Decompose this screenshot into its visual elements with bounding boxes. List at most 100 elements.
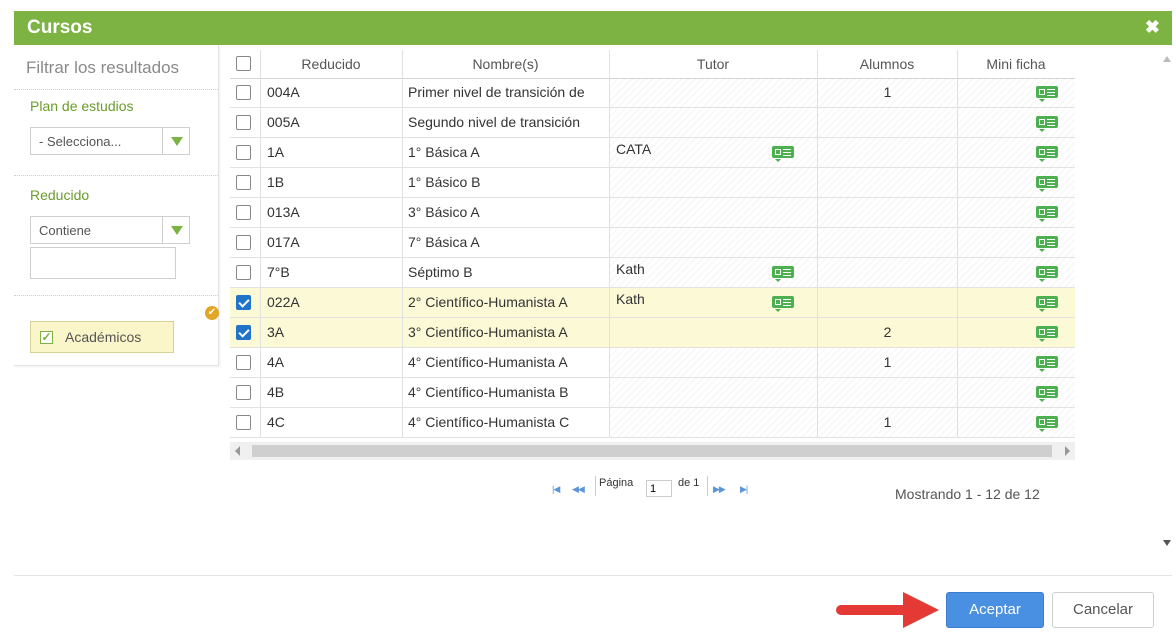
table-row[interactable]: 004A Primer nivel de transición de 1 [230, 78, 1075, 108]
select-all-checkbox[interactable] [236, 56, 251, 71]
chevron-down-icon [171, 226, 183, 235]
mini-ficha-icon[interactable] [1036, 416, 1058, 432]
close-icon[interactable]: ✖ [1145, 17, 1160, 38]
cell-tutor: CATA [610, 138, 817, 167]
plan-dropdown-button[interactable] [162, 128, 189, 154]
scroll-left-icon[interactable] [235, 446, 240, 456]
row-checkbox[interactable] [236, 115, 251, 130]
reducido-mode-select[interactable]: Contiene [30, 216, 190, 244]
row-checkbox[interactable] [236, 85, 251, 100]
column-header-reducido[interactable]: Reducido [260, 56, 402, 72]
column-header-mini-ficha[interactable]: Mini ficha [957, 56, 1075, 72]
column-header-tutor[interactable]: Tutor [609, 56, 817, 72]
row-checkbox[interactable] [236, 145, 251, 160]
table-row[interactable]: 1A 1° Básica A CATA [230, 138, 1075, 168]
mini-ficha-icon[interactable] [1036, 356, 1058, 372]
cell-alumnos: 2 [883, 324, 892, 340]
next-page-icon[interactable]: ▶▶ [713, 484, 726, 495]
mini-ficha-icon[interactable] [1036, 266, 1058, 282]
page-number-input[interactable] [646, 480, 672, 497]
tutor-card-icon[interactable] [772, 266, 794, 282]
table-row[interactable]: 017A 7° Básica A [230, 228, 1075, 258]
academicos-label: Académicos [65, 329, 142, 345]
cell-alumnos: 1 [818, 348, 957, 377]
previous-page-icon[interactable]: ◀◀ [572, 484, 585, 495]
row-checkbox[interactable] [236, 385, 251, 400]
mini-ficha-icon[interactable] [1036, 86, 1058, 102]
cell-reducido: 3A [267, 324, 285, 340]
last-page-icon[interactable]: ▶| [740, 484, 748, 495]
cell-mini-ficha [958, 258, 1075, 287]
academicos-toggle[interactable]: ✓ Académicos [30, 321, 174, 353]
row-checkbox[interactable] [236, 355, 251, 370]
plan-select[interactable]: - Selecciona... [30, 127, 190, 155]
scroll-down-icon[interactable] [1163, 540, 1171, 546]
mini-ficha-icon[interactable] [1036, 176, 1058, 192]
chevron-down-icon [171, 137, 183, 146]
checkmark-badge-icon: ✔ [205, 306, 219, 320]
cell-tutor: Kath [610, 258, 817, 287]
scroll-right-icon[interactable] [1065, 446, 1070, 456]
table-row[interactable]: 4B 4° Científico-Humanista B [230, 378, 1075, 408]
reducido-mode-value: Contiene [39, 223, 92, 238]
row-checkbox[interactable] [236, 235, 251, 250]
divider [14, 89, 218, 90]
tutor-card-icon[interactable] [772, 146, 794, 162]
cell-alumnos [818, 198, 957, 227]
row-checkbox[interactable] [236, 325, 251, 340]
column-header-nombre[interactable]: Nombre(s) [402, 56, 609, 72]
row-checkbox[interactable] [236, 265, 251, 280]
pager-divider [595, 476, 596, 496]
cell-nombre: 4° Científico-Humanista B [408, 384, 569, 400]
mini-ficha-icon[interactable] [1036, 296, 1058, 312]
horizontal-scrollbar[interactable] [230, 442, 1075, 460]
plan-label: Plan de estudios [30, 98, 134, 114]
table-row[interactable]: 4C 4° Científico-Humanista C 1 [230, 408, 1075, 438]
mini-ficha-icon[interactable] [1036, 146, 1058, 162]
table-row[interactable]: 1B 1° Básico B [230, 168, 1075, 198]
mini-ficha-icon[interactable] [1036, 386, 1058, 402]
cell-nombre: Séptimo B [408, 264, 473, 280]
cell-reducido: 013A [267, 204, 300, 220]
cell-alumnos [818, 378, 957, 407]
table-row[interactable]: 022A 2° Científico-Humanista A Kath [230, 288, 1075, 318]
accept-button[interactable]: Aceptar [946, 592, 1044, 628]
cell-reducido: 4A [267, 354, 285, 370]
table-row[interactable]: 3A 3° Científico-Humanista A 2 [230, 318, 1075, 348]
cell-nombre: 3° Básico A [408, 204, 480, 220]
mini-ficha-icon[interactable] [1036, 326, 1058, 342]
mini-ficha-icon[interactable] [1036, 236, 1058, 252]
tutor-name: CATA [616, 141, 652, 157]
cell-reducido: 004A [267, 84, 300, 100]
cell-reducido: 1B [267, 174, 285, 190]
reducido-input[interactable] [30, 247, 176, 279]
cancel-button[interactable]: Cancelar [1052, 592, 1154, 628]
table-row[interactable]: 005A Segundo nivel de transición [230, 108, 1075, 138]
table-row[interactable]: 4A 4° Científico-Humanista A 1 [230, 348, 1075, 378]
row-checkbox[interactable] [236, 175, 251, 190]
row-checkbox[interactable] [236, 295, 251, 310]
page-label: Página [599, 477, 634, 489]
cell-alumnos [818, 168, 957, 197]
scroll-thumb[interactable] [252, 445, 1052, 457]
cell-reducido: 022A [267, 294, 300, 310]
cell-tutor [610, 378, 817, 407]
table-row[interactable]: 7°B Séptimo B Kath [230, 258, 1075, 288]
cell-nombre: 1° Básico B [408, 174, 481, 190]
row-checkbox[interactable] [236, 415, 251, 430]
vertical-scrollbar[interactable] [1160, 50, 1174, 550]
mini-ficha-icon[interactable] [1036, 116, 1058, 132]
tutor-name: Kath [616, 261, 645, 277]
cell-alumnos [818, 258, 957, 287]
row-checkbox[interactable] [236, 205, 251, 220]
column-header-alumnos[interactable]: Alumnos [817, 56, 957, 72]
reducido-dropdown-button[interactable] [162, 217, 189, 243]
mini-ficha-icon[interactable] [1036, 206, 1058, 222]
cell-tutor [610, 168, 817, 197]
cell-tutor [610, 78, 817, 107]
scroll-up-icon[interactable] [1163, 56, 1171, 62]
grid-header: Reducido Nombre(s) Tutor Alumnos Mini fi… [230, 50, 1075, 79]
table-row[interactable]: 013A 3° Básico A [230, 198, 1075, 228]
tutor-card-icon[interactable] [772, 296, 794, 312]
first-page-icon[interactable]: |◀ [552, 484, 560, 495]
